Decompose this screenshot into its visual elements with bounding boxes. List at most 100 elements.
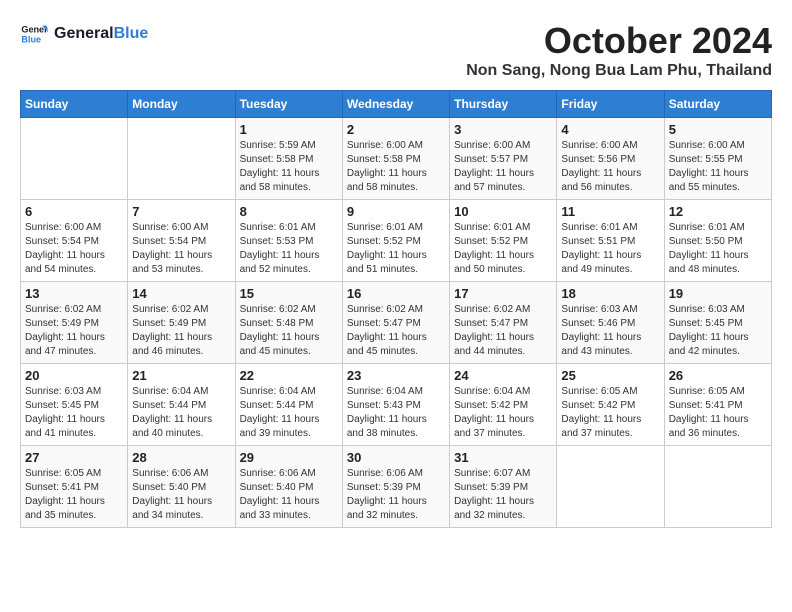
day-info: Sunrise: 6:03 AMSunset: 5:45 PMDaylight:… <box>25 385 123 441</box>
day-info: Sunrise: 6:02 AMSunset: 5:49 PMDaylight:… <box>132 303 230 359</box>
day-info: Sunrise: 6:04 AMSunset: 5:43 PMDaylight:… <box>347 385 445 441</box>
day-info: Sunrise: 6:02 AMSunset: 5:49 PMDaylight:… <box>25 303 123 359</box>
calendar-cell: 9 Sunrise: 6:01 AMSunset: 5:52 PMDaylight… <box>342 200 449 282</box>
day-number: 18 <box>561 286 659 301</box>
logo-text-general: General <box>54 25 114 42</box>
calendar-cell: 27Sunrise: 6:05 AMSunset: 5:41 PMDayligh… <box>21 446 128 528</box>
calendar-cell: 5 Sunrise: 6:00 AMSunset: 5:55 PMDaylight… <box>664 118 771 200</box>
day-number: 14 <box>132 286 230 301</box>
day-info: Sunrise: 6:07 AMSunset: 5:39 PMDaylight:… <box>454 467 552 523</box>
day-number: 9 <box>347 204 445 219</box>
day-number: 4 <box>561 122 659 137</box>
weekday-header-saturday: Saturday <box>664 91 771 118</box>
calendar-cell: 8Sunrise: 6:01 AMSunset: 5:53 PMDaylight… <box>235 200 342 282</box>
day-info: Sunrise: 6:04 AMSunset: 5:44 PMDaylight:… <box>240 385 338 441</box>
calendar-cell: 28Sunrise: 6:06 AMSunset: 5:40 PMDayligh… <box>128 446 235 528</box>
calendar-cell: 14 Sunrise: 6:02 AMSunset: 5:49 PMDayligh… <box>128 282 235 364</box>
calendar-cell: 17Sunrise: 6:02 AMSunset: 5:47 PMDayligh… <box>450 282 557 364</box>
weekday-header-friday: Friday <box>557 91 664 118</box>
day-number: 16 <box>347 286 445 301</box>
calendar-cell: 16 Sunrise: 6:02 AMSunset: 5:47 PMDayligh… <box>342 282 449 364</box>
day-number: 19 <box>669 286 767 301</box>
day-info: Sunrise: 6:04 AMSunset: 5:44 PMDaylight:… <box>132 385 230 441</box>
day-info: Sunrise: 6:01 AMSunset: 5:50 PMDaylight:… <box>669 221 767 277</box>
day-number: 17 <box>454 286 552 301</box>
month-title: October 2024 <box>466 20 772 62</box>
day-number: 11 <box>561 204 659 219</box>
day-info: Sunrise: 6:05 AMSunset: 5:41 PMDaylight:… <box>669 385 767 441</box>
day-number: 31 <box>454 450 552 465</box>
day-number: 26 <box>669 368 767 383</box>
day-number: 6 <box>25 204 123 219</box>
weekday-header-thursday: Thursday <box>450 91 557 118</box>
day-info: Sunrise: 6:00 AMSunset: 5:58 PMDaylight:… <box>347 139 445 195</box>
calendar-cell: 3 Sunrise: 6:00 AMSunset: 5:57 PMDaylight… <box>450 118 557 200</box>
day-number: 21 <box>132 368 230 383</box>
day-number: 10 <box>454 204 552 219</box>
day-info: Sunrise: 6:00 AMSunset: 5:54 PMDaylight:… <box>132 221 230 277</box>
calendar-cell: 31 Sunrise: 6:07 AMSunset: 5:39 PMDayligh… <box>450 446 557 528</box>
title-area: October 2024 Non Sang, Nong Bua Lam Phu,… <box>466 20 772 80</box>
calendar-cell: 21 Sunrise: 6:04 AMSunset: 5:44 PMDayligh… <box>128 364 235 446</box>
day-number: 13 <box>25 286 123 301</box>
calendar-cell <box>664 446 771 528</box>
day-info: Sunrise: 6:00 AMSunset: 5:54 PMDaylight:… <box>25 221 123 277</box>
logo: General Blue GeneralBlue <box>20 20 148 48</box>
day-info: Sunrise: 6:01 AMSunset: 5:51 PMDaylight:… <box>561 221 659 277</box>
day-number: 30 <box>347 450 445 465</box>
day-info: Sunrise: 6:00 AMSunset: 5:56 PMDaylight:… <box>561 139 659 195</box>
calendar-week-row: 6 Sunrise: 6:00 AMSunset: 5:54 PMDaylight… <box>21 200 772 282</box>
weekday-header-wednesday: Wednesday <box>342 91 449 118</box>
day-info: Sunrise: 6:05 AMSunset: 5:42 PMDaylight:… <box>561 385 659 441</box>
calendar-cell: 11 Sunrise: 6:01 AMSunset: 5:51 PMDayligh… <box>557 200 664 282</box>
day-number: 25 <box>561 368 659 383</box>
day-number: 3 <box>454 122 552 137</box>
calendar-cell: 20 Sunrise: 6:03 AMSunset: 5:45 PMDayligh… <box>21 364 128 446</box>
calendar-cell: 23 Sunrise: 6:04 AMSunset: 5:43 PMDayligh… <box>342 364 449 446</box>
svg-text:Blue: Blue <box>21 34 41 44</box>
calendar-cell: 2 Sunrise: 6:00 AMSunset: 5:58 PMDaylight… <box>342 118 449 200</box>
day-number: 23 <box>347 368 445 383</box>
calendar-cell: 25 Sunrise: 6:05 AMSunset: 5:42 PMDayligh… <box>557 364 664 446</box>
weekday-header-monday: Monday <box>128 91 235 118</box>
day-info: Sunrise: 6:05 AMSunset: 5:41 PMDaylight:… <box>25 467 123 523</box>
calendar-week-row: 20 Sunrise: 6:03 AMSunset: 5:45 PMDayligh… <box>21 364 772 446</box>
calendar-cell: 18Sunrise: 6:03 AMSunset: 5:46 PMDayligh… <box>557 282 664 364</box>
day-number: 22 <box>240 368 338 383</box>
day-number: 5 <box>669 122 767 137</box>
weekday-header-tuesday: Tuesday <box>235 91 342 118</box>
day-number: 15 <box>240 286 338 301</box>
day-info: Sunrise: 6:06 AMSunset: 5:39 PMDaylight:… <box>347 467 445 523</box>
day-info: Sunrise: 6:00 AMSunset: 5:55 PMDaylight:… <box>669 139 767 195</box>
day-number: 2 <box>347 122 445 137</box>
calendar-cell: 4 Sunrise: 6:00 AMSunset: 5:56 PMDaylight… <box>557 118 664 200</box>
day-number: 20 <box>25 368 123 383</box>
calendar-cell: 1Sunrise: 5:59 AMSunset: 5:58 PMDaylight… <box>235 118 342 200</box>
calendar-cell: 22 Sunrise: 6:04 AMSunset: 5:44 PMDayligh… <box>235 364 342 446</box>
calendar-cell: 24Sunrise: 6:04 AMSunset: 5:42 PMDayligh… <box>450 364 557 446</box>
day-number: 28 <box>132 450 230 465</box>
weekday-header-sunday: Sunday <box>21 91 128 118</box>
day-info: Sunrise: 6:02 AMSunset: 5:47 PMDaylight:… <box>347 303 445 359</box>
calendar-cell: 6 Sunrise: 6:00 AMSunset: 5:54 PMDaylight… <box>21 200 128 282</box>
day-info: Sunrise: 6:01 AMSunset: 5:53 PMDaylight:… <box>240 221 338 277</box>
calendar-cell: 15 Sunrise: 6:02 AMSunset: 5:48 PMDayligh… <box>235 282 342 364</box>
calendar-header-row: SundayMondayTuesdayWednesdayThursdayFrid… <box>21 91 772 118</box>
header: General Blue GeneralBlue October 2024 No… <box>20 20 772 80</box>
calendar-cell: 10Sunrise: 6:01 AMSunset: 5:52 PMDayligh… <box>450 200 557 282</box>
calendar-week-row: 27Sunrise: 6:05 AMSunset: 5:41 PMDayligh… <box>21 446 772 528</box>
logo-text-blue: Blue <box>114 25 149 42</box>
calendar-cell: 29Sunrise: 6:06 AMSunset: 5:40 PMDayligh… <box>235 446 342 528</box>
day-info: Sunrise: 6:01 AMSunset: 5:52 PMDaylight:… <box>347 221 445 277</box>
logo-icon: General Blue <box>20 20 48 48</box>
calendar-week-row: 1Sunrise: 5:59 AMSunset: 5:58 PMDaylight… <box>21 118 772 200</box>
day-number: 1 <box>240 122 338 137</box>
day-info: Sunrise: 6:06 AMSunset: 5:40 PMDaylight:… <box>240 467 338 523</box>
day-info: Sunrise: 6:00 AMSunset: 5:57 PMDaylight:… <box>454 139 552 195</box>
day-number: 7 <box>132 204 230 219</box>
day-info: Sunrise: 6:02 AMSunset: 5:48 PMDaylight:… <box>240 303 338 359</box>
calendar-cell: 12Sunrise: 6:01 AMSunset: 5:50 PMDayligh… <box>664 200 771 282</box>
day-number: 24 <box>454 368 552 383</box>
calendar-cell: 19Sunrise: 6:03 AMSunset: 5:45 PMDayligh… <box>664 282 771 364</box>
calendar-cell: 30 Sunrise: 6:06 AMSunset: 5:39 PMDayligh… <box>342 446 449 528</box>
